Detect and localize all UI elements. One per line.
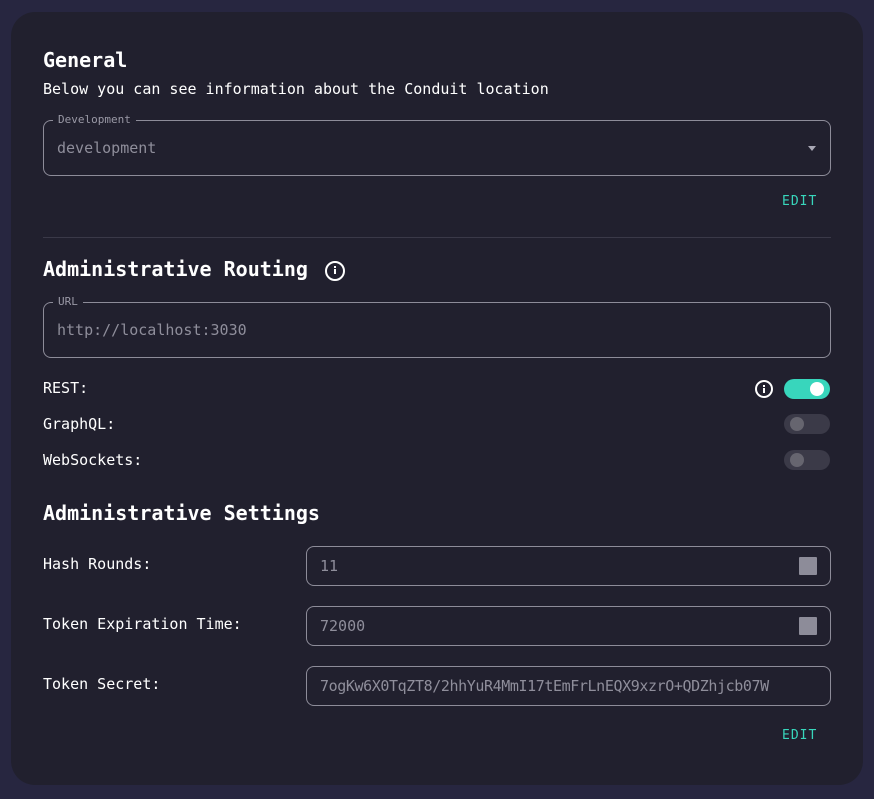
url-field[interactable]: URL http://localhost:3030 <box>43 295 831 358</box>
token-expiration-value: 72000 <box>320 617 366 635</box>
token-expiration-label: Token Expiration Time: <box>43 615 242 633</box>
general-edit-button[interactable]: EDIT <box>782 194 817 209</box>
rest-label: REST: <box>43 379 89 397</box>
rest-toggle[interactable] <box>784 379 830 399</box>
toggle-knob <box>790 417 804 431</box>
general-title: General <box>43 48 128 72</box>
token-secret-value: 7ogKw6X0TqZT8/2hhYuR4MmI17tEmFrLnEQX9xzr… <box>320 677 769 695</box>
url-value: http://localhost:3030 <box>57 321 247 339</box>
graphql-toggle[interactable] <box>784 414 830 434</box>
settings-title: Administrative Settings <box>43 501 320 525</box>
hash-rounds-value: 11 <box>320 557 339 575</box>
hash-rounds-input[interactable]: 11 <box>306 546 831 586</box>
websockets-label: WebSockets: <box>43 451 143 469</box>
websockets-toggle[interactable] <box>784 450 830 470</box>
token-secret-label: Token Secret: <box>43 675 161 693</box>
info-icon[interactable] <box>325 261 345 281</box>
routing-title: Administrative Routing <box>43 257 308 281</box>
environment-legend: Development <box>53 113 136 127</box>
general-subtitle: Below you can see information about the … <box>43 80 549 98</box>
caret-down-icon[interactable] <box>808 146 816 151</box>
environment-select[interactable]: Development development <box>43 113 831 176</box>
toggle-knob <box>810 382 824 396</box>
toggle-knob <box>790 453 804 467</box>
spinner-icon[interactable] <box>799 617 817 635</box>
token-secret-input[interactable]: 7ogKw6X0TqZT8/2hhYuR4MmI17tEmFrLnEQX9xzr… <box>306 666 831 706</box>
spinner-icon[interactable] <box>799 557 817 575</box>
environment-value: development <box>57 139 157 157</box>
section-divider <box>43 237 831 238</box>
hash-rounds-label: Hash Rounds: <box>43 555 152 573</box>
url-legend: URL <box>53 295 83 309</box>
token-expiration-input[interactable]: 72000 <box>306 606 831 646</box>
graphql-label: GraphQL: <box>43 415 116 433</box>
settings-card: General Below you can see information ab… <box>11 12 863 785</box>
settings-edit-button[interactable]: EDIT <box>782 728 817 743</box>
rest-info-icon[interactable] <box>755 380 773 398</box>
